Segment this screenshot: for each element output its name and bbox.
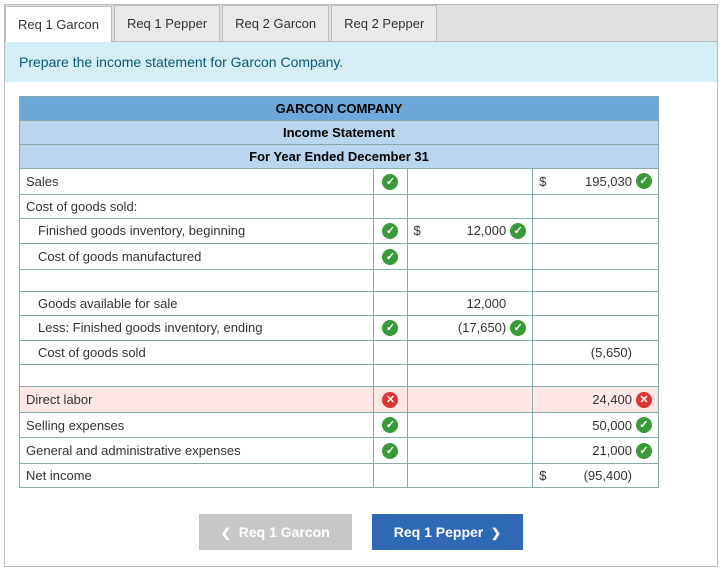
- table-area: GARCON COMPANY Income Statement For Year…: [5, 82, 717, 502]
- row-fg-end: Less: Finished goods inventory, ending ✓…: [20, 315, 659, 341]
- row-cogs: Cost of goods sold (5,650): [20, 341, 659, 365]
- amt1-direct-labor[interactable]: [407, 387, 533, 413]
- check-icon: ✓: [382, 249, 398, 265]
- worksheet-container: Req 1 Garcon Req 1 Pepper Req 2 Garcon R…: [4, 4, 718, 567]
- label-ga[interactable]: General and administrative expenses: [20, 438, 374, 464]
- mark-ga: ✓: [374, 438, 407, 464]
- value-ga: 21,000: [539, 443, 636, 458]
- chevron-left-icon: ❮: [221, 526, 231, 540]
- row-cogm: Cost of goods manufactured ✓: [20, 244, 659, 270]
- value-cogs: (5,650): [539, 345, 636, 360]
- row-cogs-header: Cost of goods sold:: [20, 194, 659, 218]
- amt2-fg-end[interactable]: [533, 315, 659, 341]
- value-direct-labor: 24,400: [539, 392, 636, 407]
- label-cogs[interactable]: Cost of goods sold: [20, 341, 374, 365]
- check-icon: ✓: [382, 320, 398, 336]
- value-fg-end: (17,650): [414, 320, 511, 335]
- check-icon: ✓: [510, 223, 526, 239]
- check-icon: ✓: [382, 417, 398, 433]
- label-sales[interactable]: Sales: [20, 169, 374, 195]
- x-icon: ✕: [636, 392, 652, 408]
- mark-selling: ✓: [374, 412, 407, 438]
- period: For Year Ended December 31: [20, 145, 659, 169]
- amt2-ga[interactable]: 21,000✓: [533, 438, 659, 464]
- label-net[interactable]: Net income: [20, 463, 374, 487]
- amt1-cogs[interactable]: [407, 341, 533, 365]
- amt2-net[interactable]: $ (95,400): [533, 463, 659, 487]
- tab-req1-garcon[interactable]: Req 1 Garcon: [5, 6, 112, 42]
- label-direct-labor[interactable]: Direct labor: [20, 387, 374, 413]
- tab-bar: Req 1 Garcon Req 1 Pepper Req 2 Garcon R…: [5, 5, 717, 42]
- currency-symbol: $: [414, 223, 421, 238]
- label-cogs-header[interactable]: Cost of goods sold:: [20, 194, 374, 218]
- chevron-right-icon: ❯: [491, 526, 501, 540]
- amt1-fg-begin[interactable]: $ 12,000 ✓: [407, 218, 533, 244]
- spacer-cell[interactable]: [20, 269, 374, 291]
- check-icon: ✓: [382, 443, 398, 459]
- row-net: Net income $ (95,400): [20, 463, 659, 487]
- company-name: GARCON COMPANY: [20, 97, 659, 121]
- tab-req1-pepper[interactable]: Req 1 Pepper: [114, 5, 220, 41]
- amt2-gafs[interactable]: [533, 291, 659, 315]
- label-gafs[interactable]: Goods available for sale: [20, 291, 374, 315]
- amt1-selling[interactable]: [407, 412, 533, 438]
- row-spacer-2: [20, 365, 659, 387]
- value-selling: 50,000: [539, 418, 636, 433]
- spacer-cell[interactable]: [20, 365, 374, 387]
- check-icon: ✓: [382, 174, 398, 190]
- mark-fg-end: ✓: [374, 315, 407, 341]
- value-net: (95,400): [546, 468, 636, 483]
- amt1-net[interactable]: [407, 463, 533, 487]
- amt2-cogm[interactable]: [533, 244, 659, 270]
- check-icon: ✓: [636, 417, 652, 433]
- label-fg-begin[interactable]: Finished goods inventory, beginning: [20, 218, 374, 244]
- income-statement-table: GARCON COMPANY Income Statement For Year…: [19, 96, 659, 488]
- label-cogm[interactable]: Cost of goods manufactured: [20, 244, 374, 270]
- mark-cogm: ✓: [374, 244, 407, 270]
- row-ga: General and administrative expenses ✓ 21…: [20, 438, 659, 464]
- amt1-fg-end[interactable]: (17,650)✓: [407, 315, 533, 341]
- amt1-gafs[interactable]: 12,000: [407, 291, 533, 315]
- next-button-label: Req 1 Pepper: [394, 524, 483, 540]
- value-sales: 195,030: [546, 174, 636, 189]
- statement-title: Income Statement: [20, 121, 659, 145]
- row-spacer-1: [20, 269, 659, 291]
- value-gafs: 12,000: [414, 296, 511, 311]
- nav-buttons: ❮ Req 1 Garcon Req 1 Pepper ❯: [5, 502, 717, 566]
- currency-symbol: $: [539, 468, 546, 483]
- check-icon: ✓: [636, 173, 652, 189]
- value-fg-begin: 12,000: [421, 223, 511, 238]
- check-icon: ✓: [636, 443, 652, 459]
- row-sales: Sales ✓ $ 195,030 ✓: [20, 169, 659, 195]
- check-icon: ✓: [382, 223, 398, 239]
- x-icon: ✕: [382, 392, 398, 408]
- prev-button[interactable]: ❮ Req 1 Garcon: [199, 514, 352, 550]
- mark-direct-labor: ✕: [374, 387, 407, 413]
- amt2-fg-begin[interactable]: [533, 218, 659, 244]
- tab-req2-garcon[interactable]: Req 2 Garcon: [222, 5, 329, 41]
- amt1-cogm[interactable]: [407, 244, 533, 270]
- label-fg-end[interactable]: Less: Finished goods inventory, ending: [20, 315, 374, 341]
- row-direct-labor: Direct labor ✕ 24,400✕: [20, 387, 659, 413]
- amt1-sales[interactable]: [407, 169, 533, 195]
- label-selling[interactable]: Selling expenses: [20, 412, 374, 438]
- currency-symbol: $: [539, 174, 546, 189]
- next-button[interactable]: Req 1 Pepper ❯: [372, 514, 523, 550]
- amt2-selling[interactable]: 50,000✓: [533, 412, 659, 438]
- amt2-direct-labor[interactable]: 24,400✕: [533, 387, 659, 413]
- instruction-text: Prepare the income statement for Garcon …: [5, 42, 717, 82]
- tab-req2-pepper[interactable]: Req 2 Pepper: [331, 5, 437, 41]
- mark-fg-begin: ✓: [374, 218, 407, 244]
- mark-sales: ✓: [374, 169, 407, 195]
- row-fg-begin: Finished goods inventory, beginning ✓ $ …: [20, 218, 659, 244]
- amt2-sales[interactable]: $ 195,030 ✓: [533, 169, 659, 195]
- prev-button-label: Req 1 Garcon: [239, 524, 330, 540]
- amt1-ga[interactable]: [407, 438, 533, 464]
- row-selling: Selling expenses ✓ 50,000✓: [20, 412, 659, 438]
- amt2-cogs[interactable]: (5,650): [533, 341, 659, 365]
- check-icon: ✓: [510, 320, 526, 336]
- row-gafs: Goods available for sale 12,000: [20, 291, 659, 315]
